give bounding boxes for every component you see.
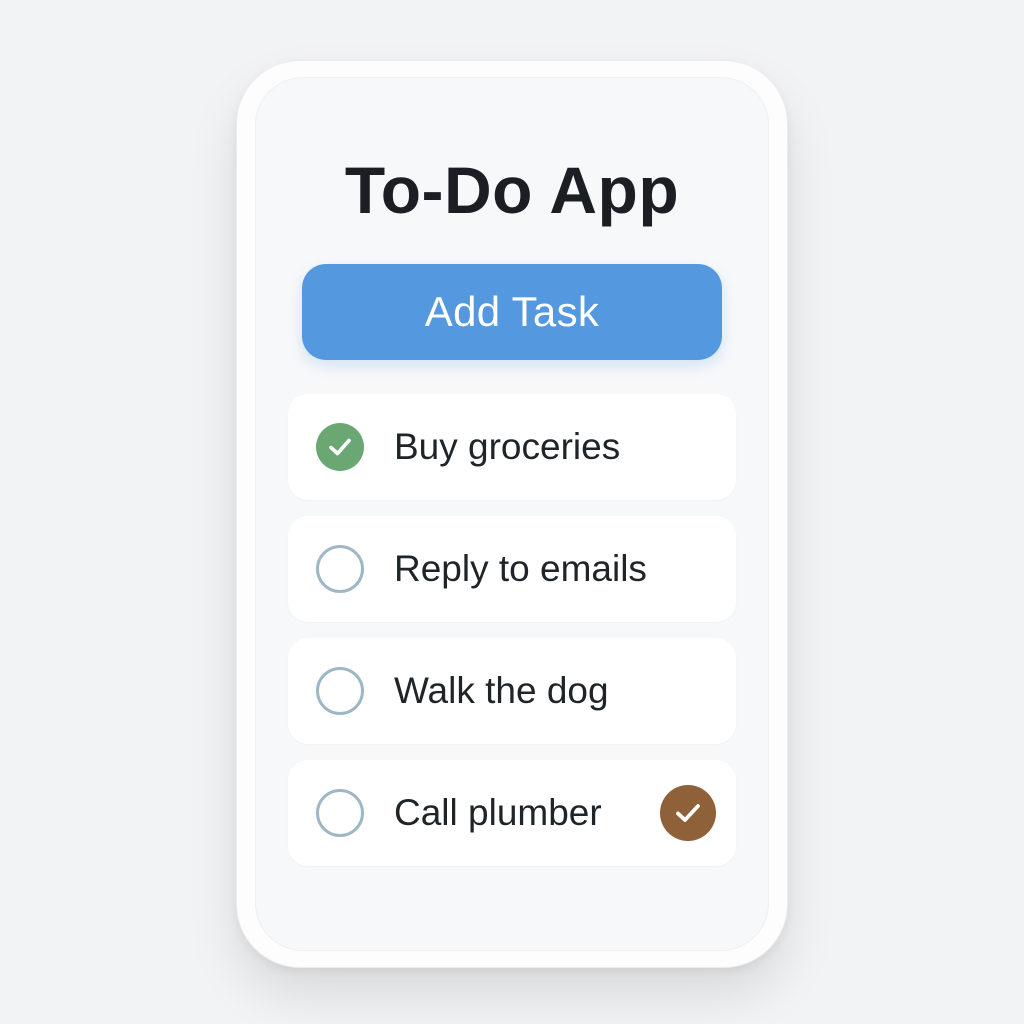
stage: To-Do App Add Task Buy groceries Reply t… [0, 0, 1024, 1024]
task-label: Reply to emails [394, 548, 647, 589]
task-label: Call plumber [394, 792, 602, 833]
checkmark-icon [676, 804, 700, 822]
task-item-call-plumber[interactable]: Call plumber [288, 760, 736, 866]
task-item-buy-groceries[interactable]: Buy groceries [288, 394, 736, 500]
task-list: Buy groceries Reply to emails Walk the d… [288, 394, 736, 882]
checkmark-icon [329, 438, 351, 456]
task-item-reply-to-emails[interactable]: Reply to emails [288, 516, 736, 622]
page-title: To-Do App [344, 153, 680, 227]
check-circle-filled-icon[interactable] [316, 423, 364, 471]
task-item-walk-the-dog[interactable]: Walk the dog [288, 638, 736, 744]
empty-circle-icon[interactable] [316, 545, 364, 593]
task-label: Walk the dog [394, 670, 609, 711]
add-task-button[interactable]: Add Task [302, 264, 722, 360]
task-label: Buy groceries [394, 426, 621, 467]
empty-circle-icon[interactable] [316, 667, 364, 715]
empty-circle-icon[interactable] [316, 789, 364, 837]
check-badge-icon[interactable] [660, 785, 716, 841]
